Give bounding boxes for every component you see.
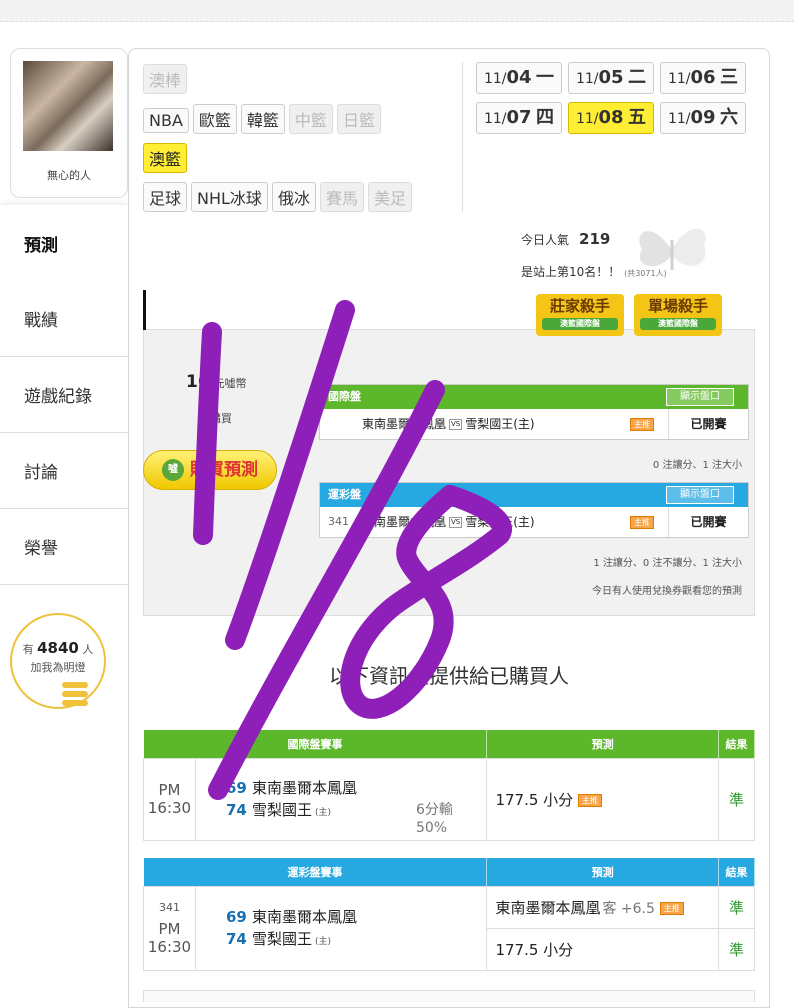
badge-single-killer: 單場殺手 澳籃國際盤 bbox=[634, 294, 722, 336]
sport-tabs-row1: NBA 歐籃 韓籃 中籃 日籃 bbox=[143, 104, 385, 134]
match-status: 已開賽 bbox=[668, 409, 748, 439]
top-strip bbox=[0, 0, 794, 22]
game-time: PM 16:30 bbox=[143, 757, 196, 841]
sidebar-item-honor[interactable]: 榮譽 bbox=[0, 509, 128, 585]
lottery-result-table: 運彩盤賽事 預測 結果 341 PM 16:30 69 東南墨爾本鳳凰 74 雪梨國王… bbox=[143, 858, 755, 971]
result-correct: 準 bbox=[718, 757, 755, 841]
col-header: 運彩盤賽事 bbox=[143, 858, 488, 886]
buyers-only-notice: 以下資訊僅提供給已購買人 bbox=[329, 664, 569, 688]
result-margin: 6分輸 50% bbox=[415, 801, 453, 836]
lottery-market-box: 運彩盤 顯示盤口 341 東南墨爾本鳳凰 VS 雪梨國王(主) 主推 已開賽 bbox=[319, 482, 749, 538]
sport-tab-selected[interactable]: 澳籃 bbox=[143, 143, 188, 173]
sport-tab[interactable]: 日籃 bbox=[336, 104, 381, 134]
sidebar-item-discussion[interactable]: 討論 bbox=[0, 433, 128, 509]
lightbulb-follow[interactable]: 有 4840 人 加我為明燈 bbox=[10, 613, 106, 709]
show-odds-button[interactable]: 顯示盤口 bbox=[666, 388, 734, 406]
sport-tab[interactable]: 俄冰 bbox=[271, 182, 316, 212]
lightbulb-icon bbox=[62, 682, 88, 716]
table-row: 341 PM 16:30 69 東南墨爾本鳳凰 74 雪梨國王 (主) 東南墨爾本鳳凰客… bbox=[143, 885, 755, 971]
game-time: 341 PM 16:30 bbox=[143, 885, 196, 971]
date-button[interactable]: 11/09 六 bbox=[660, 102, 746, 134]
footer-panel bbox=[143, 990, 755, 1002]
result-correct: 準 bbox=[718, 885, 755, 929]
date-button[interactable]: 11/04 一 bbox=[476, 62, 562, 94]
intl-note: 0 注讓分、1 注大小 bbox=[652, 460, 742, 471]
lottery-note: 1 注讓分、0 注不讓分、1 注大小 bbox=[593, 558, 742, 569]
sidebar-item-predict[interactable]: 預測 bbox=[0, 205, 128, 281]
table-row: PM 16:30 69 東南墨爾本鳳凰 74 雪梨國王 (主) 6分輸 50% 177.… bbox=[143, 757, 755, 841]
result-correct: 準 bbox=[718, 927, 755, 971]
col-header: 預測 bbox=[486, 730, 720, 758]
sport-tab[interactable]: 中籃 bbox=[288, 104, 333, 134]
lottery-market-header: 運彩盤 顯示盤口 bbox=[320, 483, 748, 507]
butterfly-icon bbox=[639, 228, 706, 270]
sport-tab[interactable]: 韓籃 bbox=[240, 104, 285, 134]
sidebar-item-game-log[interactable]: 遊戲紀錄 bbox=[0, 357, 128, 433]
popularity: 今日人氣 219 bbox=[521, 230, 611, 248]
redeem-note: 今日有人使用兌換券觀看您的預測 bbox=[592, 586, 742, 597]
lottery-match-row: 341 東南墨爾本鳳凰 VS 雪梨國王(主) 主推 已開賽 bbox=[320, 507, 748, 537]
date-button[interactable]: 11/06 三 bbox=[660, 62, 746, 94]
intl-match-row: 東南墨爾本鳳凰 VS 雪梨國王(主) 主推 已開賽 bbox=[320, 409, 748, 439]
avatar[interactable] bbox=[23, 61, 113, 151]
match-teams: 69 東南墨爾本鳳凰 74 雪梨國王 (主) 6分輸 50% bbox=[194, 757, 488, 841]
coin-icon: 噓 bbox=[162, 459, 184, 481]
main-pick-tag: 主推 bbox=[630, 418, 654, 431]
sport-tabs-row0: 澳棒 bbox=[143, 64, 191, 94]
badge-bookie-killer: 莊家殺手 澳籃國際盤 bbox=[536, 294, 624, 336]
sport-tab[interactable]: NHL冰球 bbox=[191, 182, 268, 212]
sport-tab[interactable]: 歐籃 bbox=[192, 104, 237, 134]
buy-prediction-button[interactable]: 噓購買預測 bbox=[143, 450, 277, 490]
match-status: 已開賽 bbox=[668, 507, 748, 537]
sport-tabs-row2: 澳籃 bbox=[143, 143, 191, 173]
intl-result-table: 國際盤賽事 預測 結果 PM 16:30 69 東南墨爾本鳳凰 74 雪梨國王 (主)… bbox=[143, 730, 755, 841]
sport-tab[interactable]: 足球 bbox=[143, 182, 188, 212]
date-button[interactable]: 11/05 二 bbox=[568, 62, 654, 94]
main-pick-tag: 主推 bbox=[630, 516, 654, 529]
sport-tab[interactable]: NBA bbox=[143, 108, 189, 133]
col-header: 國際盤賽事 bbox=[143, 730, 488, 758]
sport-tab[interactable]: 賽馬 bbox=[319, 182, 364, 212]
show-odds-button[interactable]: 顯示盤口 bbox=[666, 486, 734, 504]
sidebar-menu: 預測 戰績 遊戲紀錄 討論 榮譽 bbox=[0, 205, 128, 585]
col-header: 結果 bbox=[718, 858, 755, 886]
date-button-selected[interactable]: 11/08 五 bbox=[568, 102, 654, 134]
sport-tabs-row3: 足球 NHL冰球 俄冰 賽馬 美足 bbox=[143, 182, 416, 212]
bought-count: 購買 bbox=[210, 412, 232, 425]
col-header: 結果 bbox=[718, 730, 755, 758]
follow-label: 加我為明燈 bbox=[30, 661, 86, 674]
date-button[interactable]: 11/07 四 bbox=[476, 102, 562, 134]
sport-tab[interactable]: 澳棒 bbox=[143, 64, 188, 94]
user-card[interactable]: 無心的人 bbox=[10, 48, 128, 198]
intl-market-box: 國際盤 顯示盤口 東南墨爾本鳳凰 VS 雪梨國王(主) 主推 已開賽 bbox=[319, 384, 749, 440]
user-name[interactable]: 無心的人 bbox=[11, 167, 127, 183]
match-teams: 69 東南墨爾本鳳凰 74 雪梨國王 (主) bbox=[194, 885, 488, 971]
col-header: 預測 bbox=[486, 858, 720, 886]
prediction: 177.5 小分 主推 bbox=[486, 757, 720, 841]
coin-price: 16 元噓幣 bbox=[186, 372, 247, 392]
prediction: 177.5 小分 bbox=[486, 927, 720, 971]
follower-count: 有 4840 人 bbox=[22, 639, 94, 657]
sidebar-item-record[interactable]: 戰績 bbox=[0, 281, 128, 357]
intl-market-header: 國際盤 顯示盤口 bbox=[320, 385, 748, 409]
sport-tab[interactable]: 美足 bbox=[367, 182, 412, 212]
prediction: 東南墨爾本鳳凰客 +6.5 主推 bbox=[486, 885, 720, 929]
divider bbox=[462, 62, 463, 212]
